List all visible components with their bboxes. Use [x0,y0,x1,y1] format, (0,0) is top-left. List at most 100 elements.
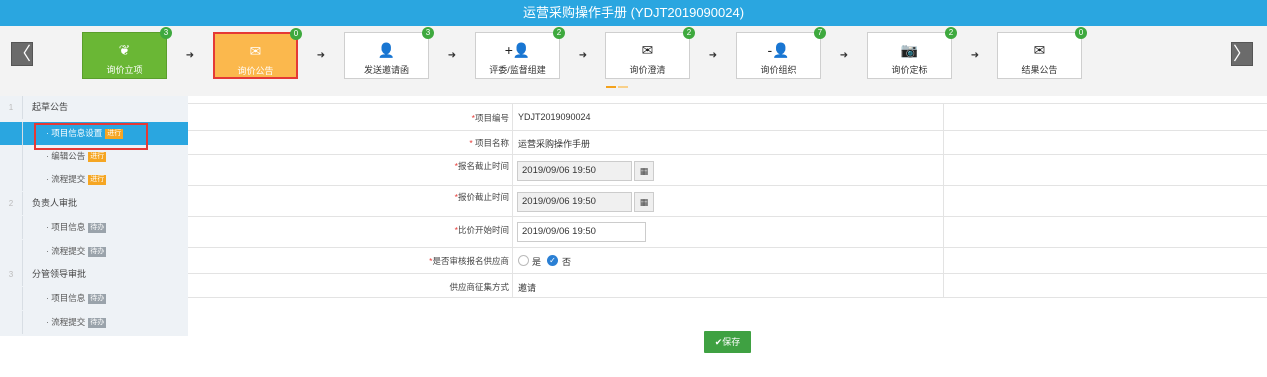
field-label: *是否审核报名供应商 [429,256,509,266]
envelope-icon: ✉ [641,42,654,58]
highlight-box [34,123,148,150]
step-label: 询价组织 [760,65,797,75]
row-project-name: * 项目名称 运营采购操作手册 [188,130,1267,155]
envelope-icon: ✉ [249,43,262,59]
step-count-badge: 3 [422,27,434,39]
step-label: 询价定标 [891,65,928,75]
chevron-left-icon: 〈 [13,44,31,64]
arrow-right-icon: ➜ [708,50,718,61]
step-result-announcement[interactable]: ✉ 结果公告 0 [997,27,1087,79]
collection-method-value: 邀请 [518,283,537,293]
field-label: *报名截止时间 [454,161,509,171]
row-compare-start: *比价开始时间 2019/09/06 19:50 [188,217,1267,248]
section-number: 1 [0,96,23,119]
compare-start-input[interactable]: 2019/09/06 19:50 [517,222,646,242]
project-name-value: 运营采购操作手册 [518,139,591,149]
sidebar-item-label: · 项目信息 [46,293,86,303]
radio-yes[interactable] [518,255,529,266]
step-count-badge: 3 [160,27,172,39]
workflow-steps-bar: 〈 ❦ 询价立项 3 ➜ ✉ 询价公告 0 ➜ 👤 发送邀请函 3 ➜ +👤 评… [0,26,1267,96]
sidebar-item-label: · 项目信息 [46,222,86,232]
row-signup-deadline: *报名截止时间 2019/09/06 19:50 ▦ [188,155,1267,186]
user-add-icon: +👤 [504,42,531,58]
envelope-icon: ✉ [1033,42,1046,58]
arrow-right-icon: ➜ [316,50,326,61]
arrow-right-icon: ➜ [839,50,849,61]
field-label: *项目编号 [471,113,509,123]
step-inquiry-organization[interactable]: -👤 询价组织 7 [736,27,826,79]
prev-step-button[interactable]: 〈 [11,42,33,66]
sidebar-item-label: · 流程提交 [46,246,86,256]
leaf-icon: ❦ [118,42,131,58]
step-count-badge: 0 [290,28,302,40]
status-tag: 进行 [88,152,107,162]
step-committee-setup[interactable]: +👤 评委/监督组建 2 [475,27,565,79]
section-label: 分管领导审批 [32,269,87,279]
step-count-badge: 7 [814,27,826,39]
sidebar-item-project-info[interactable]: · 项目信息 待办 [0,216,188,239]
calendar-icon[interactable]: ▦ [634,192,654,212]
radio-yes-label: 是 [532,257,542,267]
field-label: 供应商征集方式 [449,282,509,292]
sidebar-item-project-info[interactable]: · 项目信息 待办 [0,287,188,310]
section-number: 2 [0,192,23,215]
status-tag: 待办 [88,294,107,304]
step-label: 询价立项 [106,65,143,75]
sidebar-item-process-submit[interactable]: · 流程提交 待办 [0,240,188,263]
step-label: 评委/监督组建 [489,65,546,75]
radio-no-checked[interactable]: ✓ [547,255,558,266]
sidebar-item-label: · 流程提交 [46,317,86,327]
row-project-no: *项目编号 YDJT2019090024 [188,103,1267,131]
sidebar-item-process-submit[interactable]: · 流程提交 进行 [0,168,188,191]
status-tag: 待办 [88,318,107,328]
arrow-right-icon: ➜ [447,50,457,61]
status-tag: 进行 [88,175,107,185]
sidebar-section-draft: 1 起草公告 [0,96,188,119]
signup-deadline-input[interactable]: 2019/09/06 19:50 [517,161,632,181]
section-number: 3 [0,263,23,286]
step-count-badge: 0 [1075,27,1087,39]
row-review-suppliers: *是否审核报名供应商 是 ✓ 否 [188,248,1267,274]
arrow-right-icon: ➜ [970,50,980,61]
step-count-badge: 2 [683,27,695,39]
user-remove-icon: -👤 [767,42,790,58]
sidebar-section-manager-approval: 2 负责人审批 [0,192,188,215]
arrow-right-icon: ➜ [578,50,588,61]
next-step-button[interactable]: 〉 [1231,42,1253,66]
step-label: 结果公告 [1021,65,1058,75]
quote-deadline-input[interactable]: 2019/09/06 19:50 [517,192,632,212]
status-tag: 待办 [88,247,107,257]
section-label: 起草公告 [32,102,69,112]
sidebar-item-label: · 编辑公告 [46,151,86,161]
section-label: 负责人审批 [32,198,78,208]
save-button[interactable]: ✔保存 [704,331,751,353]
field-label: * 项目名称 [469,138,509,148]
step-count-badge: 2 [553,27,565,39]
radio-no-label: 否 [562,257,572,267]
sidebar-item-label: · 流程提交 [46,174,86,184]
chevron-right-icon: 〉 [1233,44,1251,64]
step-label: 询价澄清 [629,65,666,75]
arrow-right-icon: ➜ [185,50,195,61]
step-inquiry-setup[interactable]: ❦ 询价立项 3 [82,27,172,79]
window-title: 运营采购操作手册 (YDJT2019090024) [0,0,1267,26]
step-send-invitation[interactable]: 👤 发送邀请函 3 [344,27,434,79]
sidebar-item-process-submit[interactable]: · 流程提交 待办 [0,311,188,334]
sidebar-section-leader-approval: 3 分管领导审批 [0,263,188,286]
row-collection-method: 供应商征集方式 邀请 [188,274,1267,298]
step-label: 发送邀请函 [363,65,409,75]
camera-icon: 📷 [900,42,919,58]
step-label: 询价公告 [237,66,274,76]
calendar-icon[interactable]: ▦ [634,161,654,181]
status-tag: 待办 [88,223,107,233]
field-label: *比价开始时间 [454,225,509,235]
carousel-indicator [606,86,632,89]
row-quote-deadline: *报价截止时间 2019/09/06 19:50 ▦ [188,186,1267,217]
user-icon: 👤 [377,42,396,58]
project-no-value: YDJT2019090024 [518,112,591,122]
field-label: *报价截止时间 [454,192,509,202]
step-count-badge: 2 [945,27,957,39]
step-inquiry-clarification[interactable]: ✉ 询价澄清 2 [605,27,695,79]
step-inquiry-announcement[interactable]: ✉ 询价公告 0 [213,28,302,79]
step-inquiry-award[interactable]: 📷 询价定标 2 [867,27,957,79]
